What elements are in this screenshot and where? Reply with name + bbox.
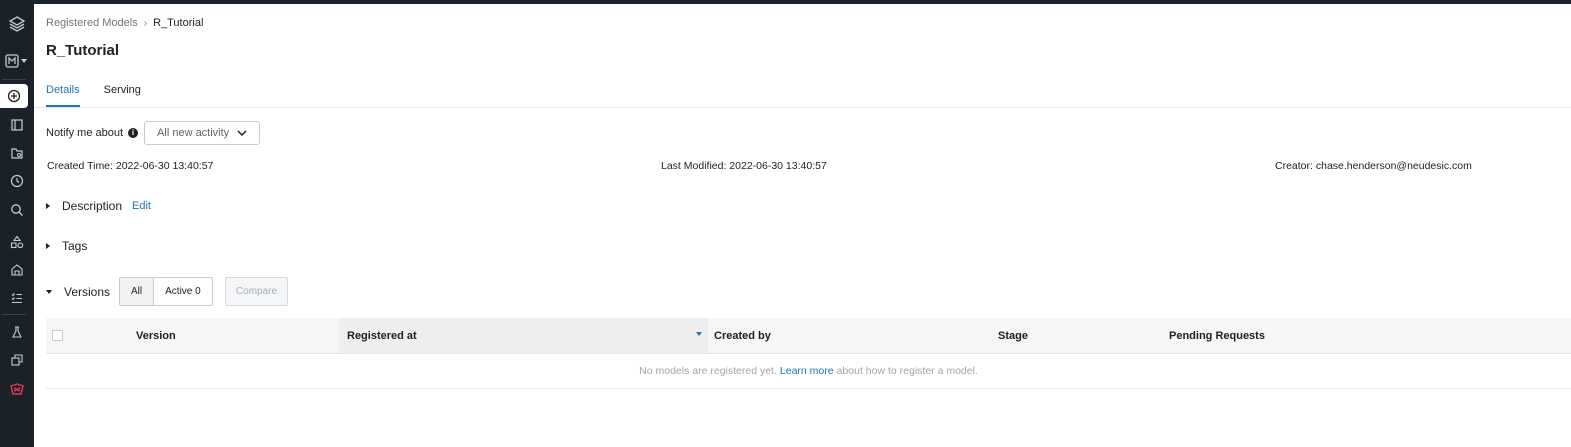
- caret-down-icon[interactable]: [46, 290, 52, 294]
- page-title: R_Tutorial: [46, 42, 120, 59]
- info-icon[interactable]: i: [128, 128, 139, 138]
- create-icon[interactable]: [0, 84, 28, 108]
- description-title[interactable]: Description: [62, 199, 122, 213]
- created-time-label: Created Time:: [47, 160, 113, 172]
- notify-select[interactable]: All new activity: [144, 121, 261, 145]
- column-version[interactable]: Version: [136, 318, 338, 353]
- notify-select-value: All new activity: [157, 127, 230, 139]
- column-registered-at-label: Registered at: [347, 329, 417, 342]
- history-icon[interactable]: [0, 169, 34, 193]
- breadcrumb-chevron-icon: ›: [143, 17, 148, 29]
- tabs-divider: [34, 107, 1571, 108]
- sort-descending-icon: [696, 332, 702, 336]
- versions-table-header: Version Registered at Created by Stage P…: [46, 318, 1571, 354]
- shapes-icon[interactable]: [0, 230, 34, 254]
- models-icon[interactable]: [0, 348, 34, 372]
- serving-icon[interactable]: [0, 377, 34, 401]
- empty-table-message: No models are registered yet. Learn more…: [46, 354, 1571, 389]
- experiments-icon[interactable]: [0, 320, 34, 344]
- workspace-icon[interactable]: [0, 49, 34, 73]
- folder-icon[interactable]: [0, 141, 34, 165]
- caret-right-icon[interactable]: [46, 243, 50, 249]
- creator-label: Creator:: [1275, 160, 1313, 172]
- main-content: Registered Models › R_Tutorial R_Tutoria…: [34, 4, 1571, 447]
- column-stage[interactable]: Stage: [998, 318, 1158, 353]
- versions-section: Versions: [46, 285, 110, 299]
- versions-filter: All Active 0: [119, 277, 213, 306]
- search-icon[interactable]: [0, 198, 34, 222]
- last-modified-value: 2022-06-30 13:40:57: [729, 160, 827, 172]
- creator: Creator: chase.henderson@neudesic.com: [1275, 160, 1472, 172]
- tags-section: Tags: [46, 239, 87, 253]
- creator-value: chase.henderson@neudesic.com: [1315, 160, 1472, 172]
- notebook-icon[interactable]: [0, 113, 34, 137]
- filter-active-button[interactable]: Active 0: [154, 278, 212, 305]
- column-created-by[interactable]: Created by: [714, 318, 994, 353]
- description-edit-link[interactable]: Edit: [132, 200, 151, 212]
- breadcrumb-registered-models[interactable]: Registered Models: [46, 17, 138, 29]
- filter-all-button[interactable]: All: [120, 278, 155, 305]
- tabs: Details Serving: [46, 84, 141, 107]
- notify-row: Notify me about i All new activity: [46, 121, 261, 145]
- empty-message-before: No models are registered yet.: [639, 365, 777, 377]
- layers-icon[interactable]: [0, 12, 34, 36]
- last-modified-label: Last Modified:: [661, 160, 727, 172]
- tab-serving[interactable]: Serving: [104, 84, 141, 107]
- tags-title[interactable]: Tags: [62, 239, 87, 253]
- versions-title[interactable]: Versions: [64, 285, 110, 299]
- created-time: Created Time: 2022-06-30 13:40:57: [47, 160, 213, 172]
- tab-details[interactable]: Details: [46, 84, 80, 107]
- compare-button[interactable]: Compare: [225, 277, 288, 306]
- last-modified: Last Modified: 2022-06-30 13:40:57: [661, 160, 827, 172]
- select-all-checkbox[interactable]: [52, 330, 63, 341]
- created-time-value: 2022-06-30 13:40:57: [115, 160, 214, 172]
- column-registered-at[interactable]: Registered at: [339, 318, 708, 353]
- notify-label: Notify me about: [46, 127, 124, 139]
- learn-more-link[interactable]: Learn more: [780, 365, 834, 377]
- chevron-down-icon: [237, 129, 247, 136]
- sidebar: [0, 4, 34, 447]
- caret-right-icon[interactable]: [46, 203, 50, 209]
- breadcrumb-current: R_Tutorial: [153, 17, 204, 29]
- empty-message-after: about how to register a model.: [836, 365, 978, 377]
- description-section: Description Edit: [46, 199, 151, 213]
- repo-icon[interactable]: [0, 258, 34, 282]
- column-pending-requests[interactable]: Pending Requests: [1169, 318, 1369, 353]
- tasks-icon[interactable]: [0, 286, 34, 310]
- breadcrumb: Registered Models › R_Tutorial: [46, 17, 203, 29]
- select-all-cell: [52, 318, 132, 353]
